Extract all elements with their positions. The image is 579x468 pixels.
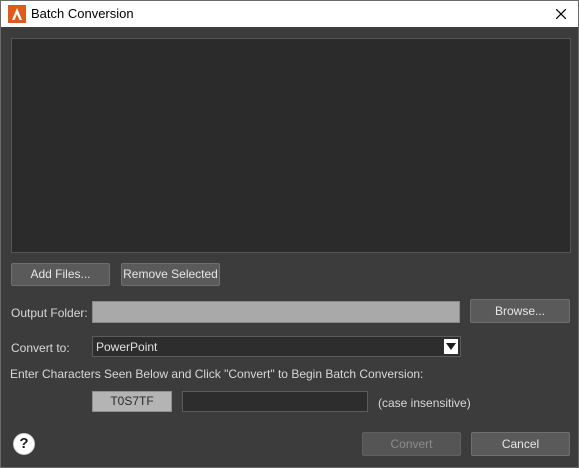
help-icon: ? — [19, 435, 29, 452]
dropdown-button[interactable] — [444, 339, 458, 354]
output-folder-field[interactable] — [92, 301, 460, 323]
captcha-input[interactable] — [182, 391, 368, 412]
cancel-button[interactable]: Cancel — [471, 432, 570, 456]
convert-button[interactable]: Convert — [362, 432, 461, 456]
convert-to-value: PowerPoint — [96, 340, 158, 354]
help-button[interactable]: ? — [13, 433, 35, 455]
close-button[interactable] — [544, 1, 578, 27]
chevron-down-icon — [446, 343, 456, 350]
file-list[interactable] — [11, 38, 571, 253]
output-folder-label: Output Folder: — [11, 306, 88, 320]
window-title: Batch Conversion — [31, 6, 134, 21]
app-logo-icon — [8, 5, 26, 23]
browse-button[interactable]: Browse... — [470, 299, 570, 323]
batch-conversion-dialog: Batch Conversion Add Files... Remove Sel… — [0, 0, 579, 468]
title-bar: Batch Conversion — [1, 1, 578, 27]
captcha-code: T0S7TF — [92, 391, 172, 412]
captcha-instructions: Enter Characters Seen Below and Click "C… — [10, 367, 424, 381]
convert-to-label: Convert to: — [11, 341, 70, 355]
remove-selected-button[interactable]: Remove Selected — [121, 263, 220, 286]
add-files-button[interactable]: Add Files... — [11, 263, 110, 286]
close-icon — [556, 9, 566, 19]
convert-to-select[interactable]: PowerPoint — [92, 336, 461, 357]
case-insensitive-hint: (case insensitive) — [378, 396, 471, 410]
